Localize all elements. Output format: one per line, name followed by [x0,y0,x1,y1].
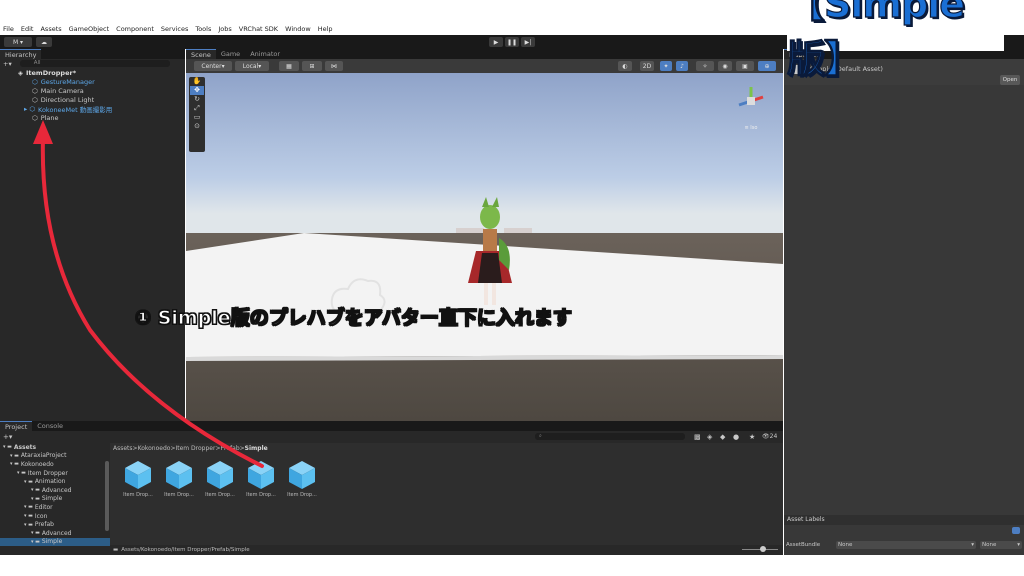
title-badge: 【Simple版】 [786,0,1004,82]
title-text: 【Simple版】 [786,0,965,82]
red-arrow-annotation [33,120,264,468]
arrowhead-icon [33,120,53,144]
instruction-caption: ① Simple版のプレハブをアバター直下に入れます [135,307,573,330]
